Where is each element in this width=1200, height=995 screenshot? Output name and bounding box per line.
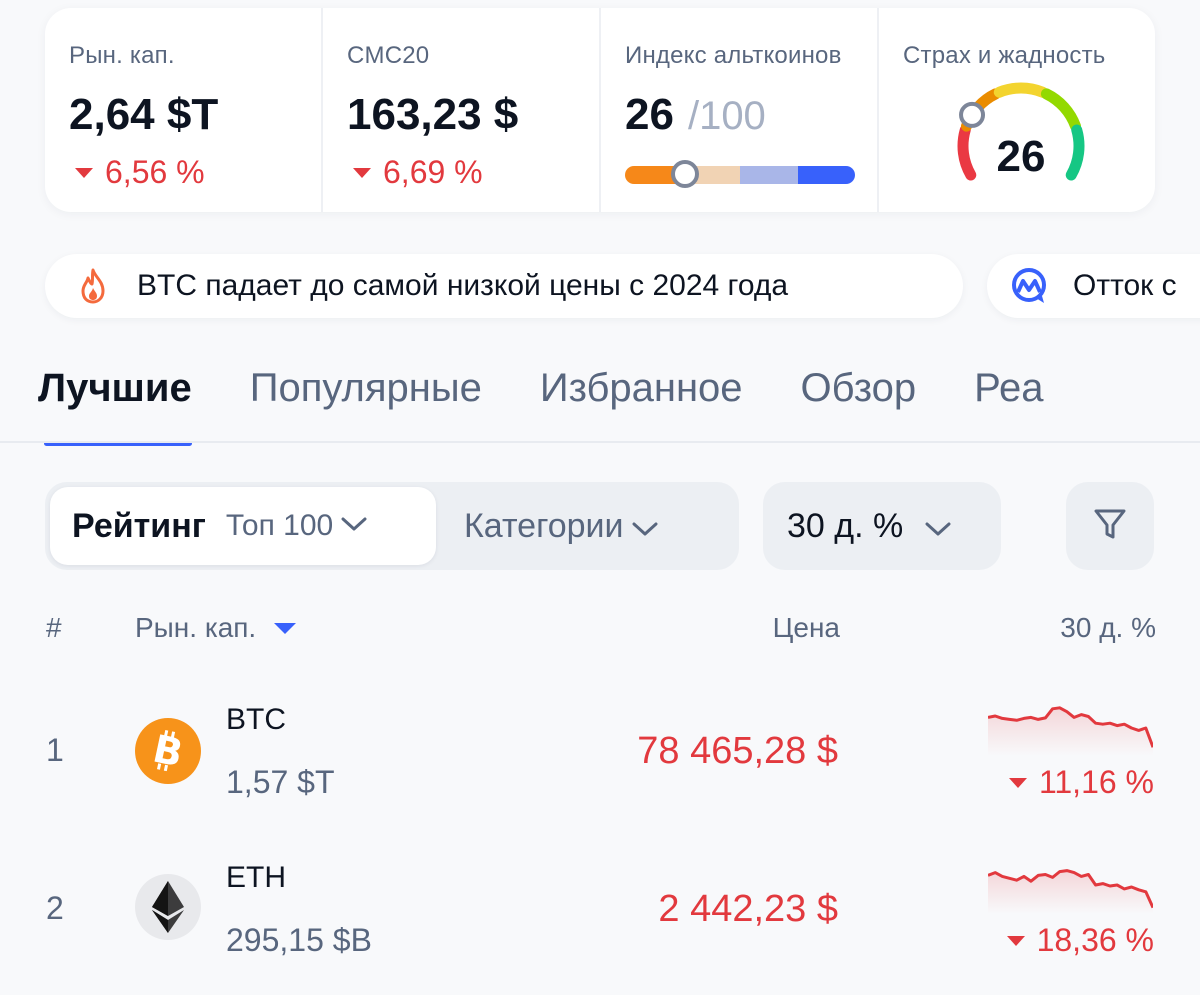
- caret-down-icon: [353, 167, 371, 178]
- ranking-value: Топ 100: [225, 509, 334, 542]
- coin-price: 78 465,28 $: [637, 730, 838, 772]
- market-cap-change-value: 6,56 %: [105, 154, 205, 190]
- tab-top[interactable]: Лучшие: [38, 366, 192, 446]
- sort-down-icon: [274, 622, 297, 634]
- header-change[interactable]: 30 д. %: [1060, 612, 1156, 644]
- cmc20-change-value: 6,69 %: [383, 154, 483, 190]
- header-market-cap[interactable]: Рын. кап.: [135, 612, 297, 644]
- header-price[interactable]: Цена: [773, 612, 840, 644]
- categories-label: Категории: [464, 506, 624, 545]
- main-tabs: Лучшие Популярные Избранное Обзор Реа: [38, 366, 1102, 446]
- caret-down-icon: [75, 167, 93, 178]
- sparkline-area: [988, 870, 1153, 914]
- table-row[interactable]: 1 B BTC 1,57 $T 78 465,28 $ 11,16 %: [0, 680, 1200, 840]
- tabs-divider: [0, 441, 1200, 443]
- news-text: Отток с: [1073, 269, 1177, 302]
- coin-change-value: 18,36 %: [1036, 922, 1154, 958]
- news-text: BTC падает до самой низкой цены с 2024 г…: [137, 269, 789, 302]
- period-dropdown[interactable]: 30 д. %: [763, 482, 1001, 570]
- fear-greed-stat[interactable]: Страх и жадность 26: [879, 8, 1155, 212]
- sparkline-chart: [988, 706, 1153, 756]
- bitcoin-icon: B: [135, 718, 201, 784]
- table-row[interactable]: 2 ETH 295,15 $B 2 442,23 $ 18,36 %: [0, 838, 1200, 995]
- market-cap-value: 2,64 $T: [69, 90, 219, 139]
- svg-text:B: B: [149, 729, 186, 773]
- coin-change: 11,16 %: [1003, 764, 1154, 801]
- tab-overview[interactable]: Обзор: [801, 366, 917, 446]
- chevron-down-icon: [925, 507, 951, 546]
- tab-watchlist[interactable]: Избранное: [540, 366, 743, 446]
- gauge-segment: [993, 82, 1049, 98]
- header-rank: #: [46, 612, 62, 643]
- cmc20-label: CMC20: [347, 42, 430, 69]
- altcoin-index-bar: [625, 166, 855, 184]
- coin-change: 18,36 %: [1001, 922, 1154, 959]
- fear-greed-value: 26: [996, 132, 1046, 181]
- caret-down-icon: [1008, 777, 1027, 788]
- tab-more[interactable]: Реа: [974, 366, 1043, 446]
- ranking-segment: Рейтинг Топ 100 Категории: [45, 482, 739, 570]
- filter-icon: [1092, 506, 1128, 547]
- altcoin-bar-segment: [797, 166, 855, 184]
- altcoin-index-knob: [670, 160, 699, 188]
- categories-dropdown[interactable]: Категории: [436, 487, 658, 565]
- row-rank: 2: [46, 890, 64, 926]
- market-cap-stat[interactable]: Рын. кап. 2,64 $T 6,56 %: [45, 8, 323, 212]
- altcoin-index-max: /100: [687, 94, 766, 138]
- fire-icon: [73, 266, 113, 306]
- coin-change-value: 11,16 %: [1038, 764, 1154, 800]
- cmc20-value: 163,23 $: [347, 90, 519, 139]
- chevron-down-icon: [632, 507, 658, 546]
- cmc-ai-icon: [1009, 266, 1049, 306]
- altcoin-index-stat[interactable]: Индекс альткоинов 26 /100: [601, 8, 879, 212]
- chevron-down-icon: [341, 516, 367, 537]
- coin-price: 2 442,23 $: [658, 888, 838, 930]
- caret-down-icon: [1006, 935, 1025, 946]
- gauge-knob: [959, 101, 986, 128]
- coin-market-cap: 1,57 $T: [226, 764, 335, 800]
- coin-market-cap: 295,15 $B: [226, 922, 372, 958]
- cmc20-change: 6,69 %: [347, 154, 599, 191]
- coin-symbol: ETH: [226, 861, 286, 894]
- market-cap-label: Рын. кап.: [69, 42, 175, 69]
- header-market-cap-label: Рын. кап.: [135, 612, 257, 643]
- fear-greed-label: Страх и жадность: [903, 42, 1106, 69]
- altcoin-index-value: 26: [625, 90, 674, 139]
- ethereum-icon: [135, 874, 201, 940]
- cmc20-stat[interactable]: CMC20 163,23 $ 6,69 %: [323, 8, 601, 212]
- market-stats-card: Рын. кап. 2,64 $T 6,56 % CMC20 163,23 $ …: [45, 8, 1155, 212]
- sparkline-chart: [988, 869, 1153, 914]
- tab-trending[interactable]: Популярные: [250, 366, 482, 446]
- gauge-segment: [1040, 88, 1082, 132]
- row-rank: 1: [46, 732, 64, 768]
- ranking-dropdown[interactable]: Рейтинг Топ 100: [50, 487, 436, 565]
- altcoin-index-label: Индекс альткоинов: [625, 42, 842, 69]
- market-cap-change: 6,56 %: [69, 154, 321, 191]
- news-pill[interactable]: Отток с: [987, 254, 1200, 318]
- altcoin-bar-segment: [740, 166, 798, 184]
- news-pill[interactable]: BTC падает до самой низкой цены с 2024 г…: [45, 254, 963, 318]
- coin-symbol: BTC: [226, 703, 286, 736]
- ranking-label: Рейтинг: [72, 506, 206, 545]
- filter-button[interactable]: [1066, 482, 1154, 570]
- period-label: 30 д. %: [787, 506, 904, 545]
